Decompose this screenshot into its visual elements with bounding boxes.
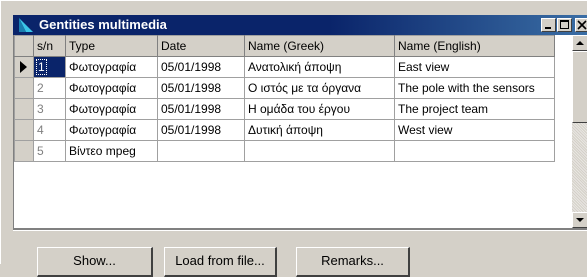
cell-sn[interactable]: 4 xyxy=(33,119,66,141)
row-indicator[interactable] xyxy=(14,77,34,99)
panel-divider xyxy=(13,230,587,231)
cell-type[interactable]: Φωτογραφία xyxy=(65,77,158,99)
cell-date[interactable]: 05/01/1998 xyxy=(157,77,245,99)
close-icon xyxy=(577,20,587,30)
minimize-button[interactable] xyxy=(541,18,556,32)
minimize-icon xyxy=(545,27,551,29)
multimedia-window: Gentities multimedia s/n Type Date Name … xyxy=(0,0,587,277)
column-header-sn[interactable]: s/n xyxy=(33,35,66,57)
cell-sn[interactable]: 5 xyxy=(33,140,66,162)
table-row[interactable]: 5 Βίντεο mpeg xyxy=(14,140,555,162)
cell-type[interactable]: Φωτογραφία xyxy=(65,98,158,120)
arrow-down-icon xyxy=(576,218,584,222)
cell-name-greek[interactable]: Ο ιστός με τα όργανα xyxy=(244,77,395,99)
cell-date[interactable]: 05/01/1998 xyxy=(157,98,245,120)
maximize-button[interactable] xyxy=(557,18,572,32)
cell-sn[interactable]: 3 xyxy=(33,98,66,120)
app-icon xyxy=(18,17,34,33)
column-header-name-english[interactable]: Name (English) xyxy=(394,35,555,57)
cell-type[interactable]: Βίντεο mpeg xyxy=(65,140,158,162)
row-indicator[interactable] xyxy=(14,140,34,162)
load-from-file-button[interactable]: Load from file... xyxy=(164,247,277,277)
cell-name-english[interactable]: East view xyxy=(394,56,555,78)
row-indicator[interactable] xyxy=(14,56,34,78)
cell-date[interactable] xyxy=(157,140,245,162)
cell-type[interactable]: Φωτογραφία xyxy=(65,56,158,78)
title-bar[interactable]: Gentities multimedia xyxy=(13,15,587,35)
column-header-name-greek[interactable]: Name (Greek) xyxy=(244,35,395,57)
maximize-icon xyxy=(560,20,569,29)
table-row[interactable]: 3 Φωτογραφία 05/01/1998 Η ομάδα του έργο… xyxy=(14,98,555,120)
cell-date[interactable]: 05/01/1998 xyxy=(157,119,245,141)
column-header-type[interactable]: Type xyxy=(65,35,158,57)
cell-name-english[interactable]: The project team xyxy=(394,98,555,120)
row-indicator[interactable] xyxy=(14,119,34,141)
table-row[interactable]: 1 Φωτογραφία 05/01/1998 Ανατολική άποψη … xyxy=(14,56,555,78)
vertical-scrollbar[interactable] xyxy=(572,35,587,228)
multimedia-table: s/n Type Date Name (Greek) Name (English… xyxy=(14,35,555,162)
cell-name-greek[interactable] xyxy=(244,140,395,162)
close-button[interactable] xyxy=(575,18,587,32)
cell-sn[interactable]: 1 xyxy=(33,56,66,78)
cell-name-greek[interactable]: Ανατολική άποψη xyxy=(244,56,395,78)
arrow-up-icon xyxy=(576,41,584,45)
column-header-date[interactable]: Date xyxy=(157,35,245,57)
row-indicator[interactable] xyxy=(14,98,34,120)
current-row-arrow-icon xyxy=(20,61,27,73)
cell-name-greek[interactable]: Η ομάδα του έργου xyxy=(244,98,395,120)
header-row: s/n Type Date Name (Greek) Name (English… xyxy=(14,35,555,57)
scroll-down-button[interactable] xyxy=(572,212,587,228)
cell-type[interactable]: Φωτογραφία xyxy=(65,119,158,141)
show-button[interactable]: Show... xyxy=(37,247,153,277)
window-title: Gentities multimedia xyxy=(39,17,167,32)
cell-name-greek[interactable]: Δυτική άποψη xyxy=(244,119,395,141)
cell-name-english[interactable]: West view xyxy=(394,119,555,141)
multimedia-grid[interactable]: s/n Type Date Name (Greek) Name (English… xyxy=(13,35,573,228)
cell-sn[interactable]: 2 xyxy=(33,77,66,99)
cell-date[interactable]: 05/01/1998 xyxy=(157,56,245,78)
corner-header xyxy=(14,35,34,57)
scroll-up-button[interactable] xyxy=(572,35,587,51)
table-row[interactable]: 4 Φωτογραφία 05/01/1998 Δυτική άποψη Wes… xyxy=(14,119,555,141)
scroll-thumb[interactable] xyxy=(572,51,587,123)
table-row[interactable]: 2 Φωτογραφία 05/01/1998 Ο ιστός με τα όρ… xyxy=(14,77,555,99)
cell-name-english[interactable] xyxy=(394,140,555,162)
cell-sn-value: 1 xyxy=(36,59,47,75)
remarks-button[interactable]: Remarks... xyxy=(296,247,410,277)
cell-name-english[interactable]: The pole with the sensors xyxy=(394,77,555,99)
